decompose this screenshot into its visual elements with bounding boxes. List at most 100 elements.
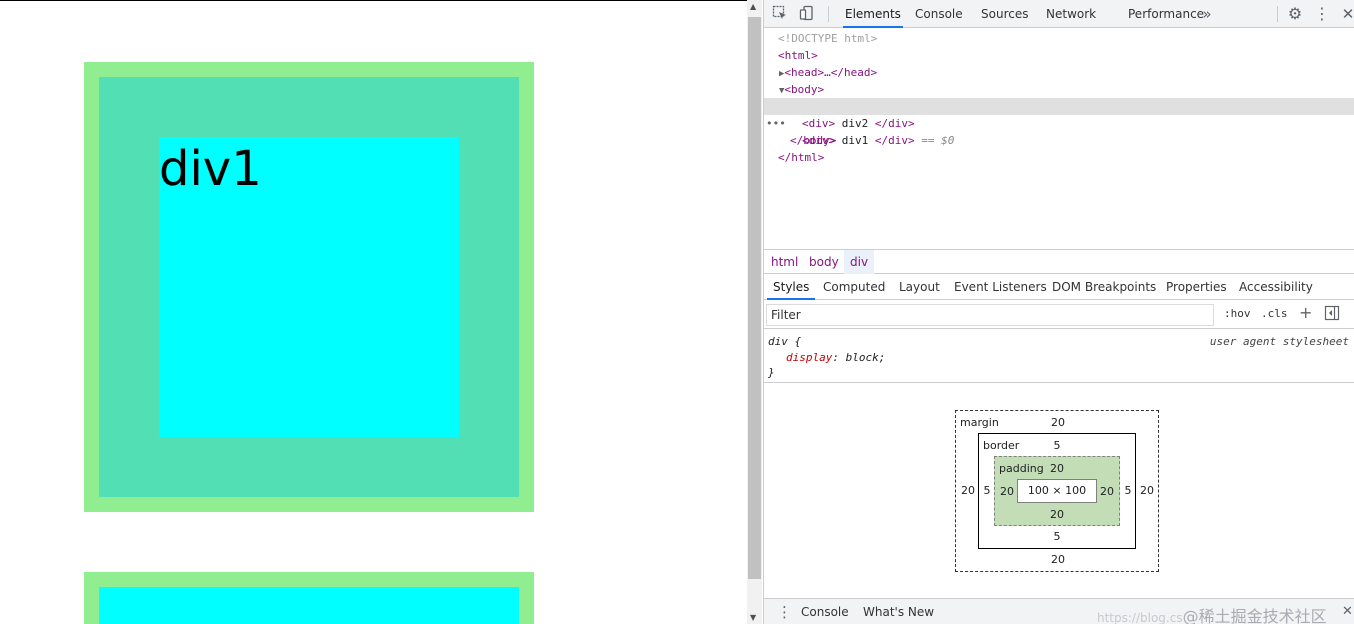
kebab-menu-icon[interactable]: ⋮ [1313, 5, 1331, 23]
subtab-properties[interactable]: Properties [1166, 274, 1227, 300]
border-label: border [983, 439, 1020, 452]
div2-close-tag: </div> [874, 117, 915, 130]
breadcrumb-html[interactable]: html [765, 250, 804, 274]
tree-div1-selected[interactable]: ••• <div> div1 </div> == $0 [764, 98, 1354, 147]
drawer-tab-whats-new[interactable]: What's New [863, 599, 934, 624]
tree-html-open[interactable]: <html> [778, 47, 818, 64]
margin-label: margin [960, 416, 999, 429]
toolbar-divider [1277, 6, 1278, 22]
margin-left-value[interactable]: 20 [958, 484, 978, 497]
rule-value: block; [845, 351, 886, 364]
tree-div2[interactable]: <div> div2 </div> [802, 115, 915, 132]
div1-box[interactable]: div1 [84, 62, 534, 512]
styles-filter-bar: :hov .cls + [764, 301, 1354, 329]
row-menu-icon[interactable]: ••• [766, 115, 786, 132]
tab-elements[interactable]: Elements [843, 0, 903, 28]
close-icon[interactable]: ✕ [1342, 599, 1353, 624]
selected-marker: == $0 [921, 134, 955, 147]
inspect-element-icon[interactable] [771, 5, 789, 23]
plus-icon[interactable]: + [1299, 303, 1312, 322]
watermark-text: @稀土掘金技术社区 [1182, 607, 1327, 624]
margin-top-value[interactable]: 20 [1048, 416, 1068, 429]
tab-console[interactable]: Console [913, 0, 965, 28]
div2-content [99, 587, 519, 624]
padding-left-value[interactable]: 20 [997, 485, 1017, 498]
div2-box[interactable] [84, 572, 534, 624]
tree-body-close[interactable]: </body> [790, 132, 836, 149]
padding-bottom-value[interactable]: 20 [1047, 508, 1067, 521]
div2-node-text: div2 [835, 117, 875, 130]
doctype-text: <!DOCTYPE html> [778, 32, 878, 45]
page-scrollbar[interactable]: ▲ ▼ [747, 0, 762, 624]
tree-doctype[interactable]: <!DOCTYPE html> [778, 30, 877, 47]
sidebar-toggle-icon[interactable] [1324, 305, 1340, 325]
html-open-tag: <html> [778, 49, 818, 62]
tab-sources[interactable]: Sources [979, 0, 1030, 28]
subtab-computed[interactable]: Computed [823, 274, 885, 300]
rule-origin: user agent stylesheet [1209, 335, 1349, 348]
filter-input[interactable] [766, 304, 1214, 326]
div1-padding-area: div1 [99, 77, 519, 497]
subtab-accessibility[interactable]: Accessibility [1239, 274, 1313, 300]
html-close-tag: </html> [778, 151, 825, 164]
border-bottom-value[interactable]: 5 [1049, 530, 1065, 543]
div1-content: div1 [159, 137, 459, 437]
subtab-event-listeners[interactable]: Event Listeners [954, 274, 1047, 300]
body-close-tag: </body> [790, 134, 837, 147]
rule-close: } [768, 366, 775, 379]
rule-declaration[interactable]: display: block; [786, 351, 885, 364]
tree-head[interactable]: ▶<head>…</head> [779, 64, 877, 81]
style-rule-div: div { display: block; } user agent style… [764, 331, 1354, 383]
tree-body-open[interactable]: ▼<body> [779, 81, 824, 98]
watermark: https://blog.cs@稀土掘金技术社区 [1097, 603, 1327, 624]
padding-label: padding [999, 462, 1044, 475]
margin-right-value[interactable]: 20 [1137, 484, 1157, 497]
device-toolbar-icon[interactable] [798, 5, 816, 23]
toolbar-divider [828, 6, 829, 22]
page-viewport: div1 [0, 0, 747, 624]
subtab-dom-breakpoints[interactable]: DOM Breakpoints [1052, 274, 1156, 300]
box-model-border[interactable]: border 5 5 5 5 padding 20 20 20 20 100 ×… [978, 433, 1136, 549]
body-open-tag: <body> [784, 83, 825, 96]
scroll-thumb[interactable] [748, 17, 761, 579]
rule-property: display [786, 351, 833, 364]
tab-network[interactable]: Network [1044, 0, 1098, 28]
border-right-value[interactable]: 5 [1121, 484, 1135, 497]
devtools-drawer: ⋮ Console What's New https://blog.cs@稀土掘… [764, 598, 1354, 624]
box-model-content[interactable]: 100 × 100 [1017, 479, 1097, 503]
scroll-down-arrow-icon[interactable]: ▼ [750, 613, 756, 622]
devtools-toolbar: Elements Console Sources Network Perform… [764, 0, 1354, 28]
div1-text: div1 [159, 141, 262, 197]
breadcrumb-div[interactable]: div [844, 250, 875, 274]
cls-button[interactable]: .cls [1261, 307, 1288, 320]
breadcrumb-body[interactable]: body [803, 250, 845, 274]
box-model-margin[interactable]: margin 20 20 20 20 border 5 5 5 5 paddin… [955, 410, 1159, 572]
elements-tree: <!DOCTYPE html> <html> ▶<head>…</head> ▼… [764, 29, 1354, 249]
div1-node-text: div1 [835, 134, 875, 147]
box-model-diagram: margin 20 20 20 20 border 5 5 5 5 paddin… [764, 384, 1354, 598]
border-left-value[interactable]: 5 [980, 484, 994, 497]
chevrons-right-icon[interactable]: » [1198, 5, 1216, 23]
padding-top-value[interactable]: 20 [1047, 462, 1067, 475]
margin-bottom-value[interactable]: 20 [1048, 553, 1068, 566]
box-model-padding[interactable]: padding 20 20 20 20 100 × 100 [994, 456, 1120, 526]
devtools-panel: Elements Console Sources Network Perform… [763, 0, 1354, 624]
padding-right-value[interactable]: 20 [1097, 485, 1117, 498]
styles-subtabs: Styles Computed Layout Event Listeners D… [764, 274, 1354, 300]
hov-button[interactable]: :hov [1224, 307, 1251, 320]
drawer-tab-console[interactable]: Console [801, 599, 849, 624]
tab-performance[interactable]: Performance [1126, 0, 1206, 28]
scroll-up-arrow-icon[interactable]: ▲ [750, 2, 756, 11]
subtab-styles[interactable]: Styles [767, 274, 816, 300]
div1-close-tag: </div> [874, 134, 915, 147]
gear-icon[interactable]: ⚙ [1286, 5, 1304, 23]
kebab-menu-icon[interactable]: ⋮ [777, 599, 792, 624]
rule-selector[interactable]: div { [768, 335, 801, 348]
head-tag: <head>…</head> [784, 66, 878, 79]
border-top-value[interactable]: 5 [1049, 439, 1065, 452]
tree-html-close[interactable]: </html> [778, 149, 824, 166]
breadcrumb: html body div [764, 249, 1354, 274]
close-icon[interactable]: ✕ [1339, 5, 1354, 23]
watermark-url: https://blog.cs [1097, 611, 1183, 624]
subtab-layout[interactable]: Layout [899, 274, 940, 300]
